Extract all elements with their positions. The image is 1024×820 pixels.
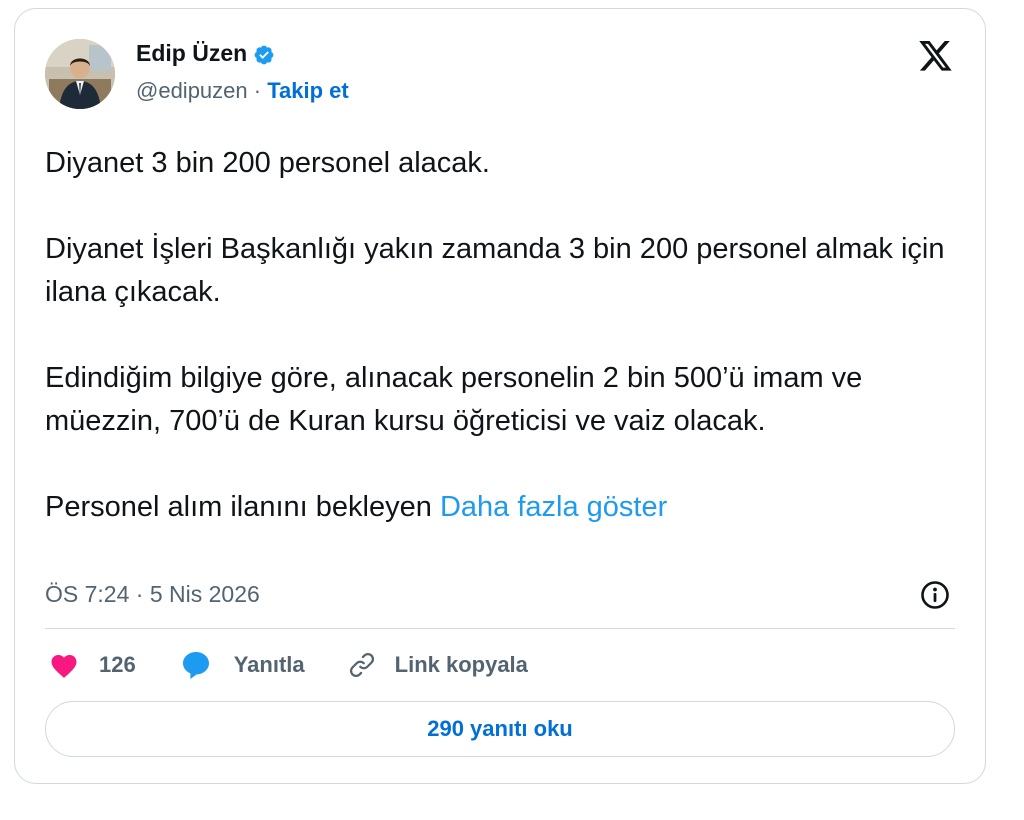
tweet-paragraph: Edindiğim bilgiye göre, alınacak persone…: [45, 362, 863, 437]
speech-bubble-icon: [182, 652, 209, 679]
follow-link[interactable]: Takip et: [267, 78, 349, 103]
timestamp[interactable]: ÖS 7:24 · 5 Nis 2026: [45, 577, 260, 611]
copy-link-label: Link kopyala: [394, 652, 528, 677]
like-button[interactable]: 126: [49, 651, 136, 679]
handle-row: @edipuzen · Takip et: [136, 75, 349, 107]
avatar[interactable]: [45, 39, 115, 109]
tweet-paragraph: Diyanet 3 bin 200 personel alacak.: [45, 147, 490, 179]
tweet-text: Diyanet 3 bin 200 personel alacak. Diyan…: [45, 142, 965, 529]
like-count: 126: [99, 652, 136, 677]
divider: [45, 628, 955, 629]
link-icon: [349, 652, 374, 678]
author-name-row[interactable]: Edip Üzen: [136, 37, 275, 69]
reply-label: Yanıtla: [233, 652, 305, 677]
separator-dot: ·: [253, 78, 262, 103]
info-icon[interactable]: [919, 579, 951, 611]
copy-link-button[interactable]: Link kopyala: [347, 650, 528, 680]
show-more-link[interactable]: Daha fazla göster: [440, 491, 667, 523]
read-replies-button[interactable]: 290 yanıtı oku: [45, 701, 955, 757]
heart-icon: [51, 655, 77, 678]
verified-badge-icon: [253, 42, 275, 65]
read-replies-label: 290 yanıtı oku: [427, 716, 573, 741]
tweet-card: Edip Üzen @edipuzen · Takip et Diyanet 3…: [14, 8, 986, 784]
tweet-truncated-text: Personel alım ilanını bekleyen: [45, 491, 432, 523]
reply-button[interactable]: Yanıtla: [180, 649, 305, 681]
tweet-paragraph: Diyanet İşleri Başkanlığı yakın zamanda …: [45, 233, 945, 308]
action-bar: 126 Yanıtla Link kopyala: [49, 645, 528, 685]
author-name[interactable]: Edip Üzen: [136, 37, 247, 69]
tweet-last-line: Personel alım ilanını bekleyen Daha fazl…: [45, 486, 965, 529]
x-logo-icon[interactable]: [919, 41, 953, 72]
author-handle[interactable]: @edipuzen: [136, 78, 248, 103]
